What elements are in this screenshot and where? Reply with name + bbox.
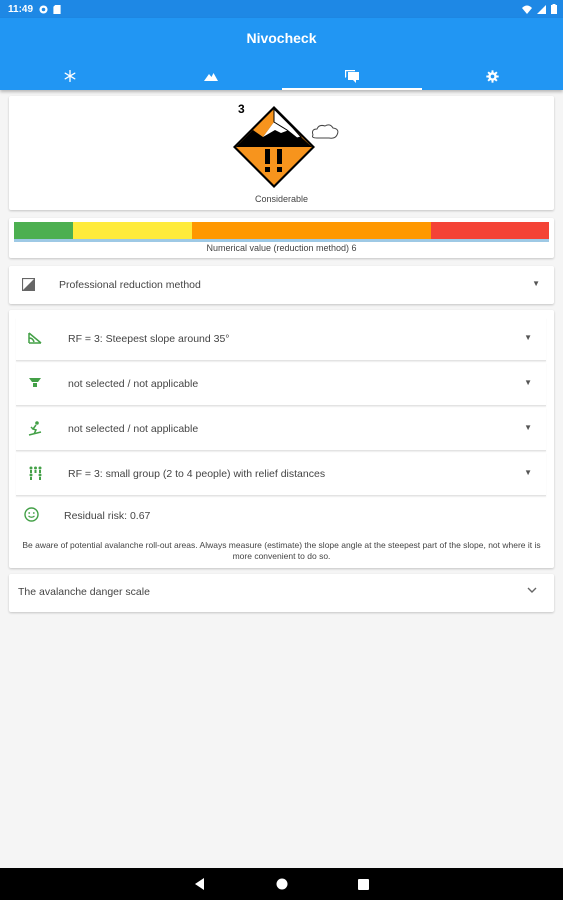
- factor-group-select[interactable]: RF = 3: small group (2 to 4 people) with…: [16, 453, 546, 496]
- chevron-down-icon: [527, 587, 537, 593]
- scale-segment-considerable: [192, 222, 431, 239]
- status-time: 11:49: [8, 3, 34, 15]
- mountain-icon: [204, 73, 219, 81]
- system-navigation-bar: [0, 868, 563, 900]
- danger-scale-bar-card: Numerical value (reduction method) 6: [9, 218, 554, 258]
- scale-segment-low: [14, 222, 73, 239]
- method-icon: [22, 278, 35, 291]
- app-bar: Nivocheck: [0, 18, 563, 90]
- residual-risk: Residual risk: 0.67: [24, 507, 150, 527]
- avalanche-note: Be aware of potential avalanche roll-out…: [22, 540, 541, 561]
- gear-icon: [486, 69, 499, 83]
- danger-scale-bar: [14, 222, 549, 239]
- dropdown-arrow-icon: ▼: [524, 333, 532, 342]
- factor-label: not selected / not applicable: [68, 378, 199, 390]
- snowflake-icon: [64, 70, 76, 82]
- status-bar: 11:49: [0, 0, 563, 18]
- danger-level-card: 3 Considerable: [9, 96, 554, 210]
- method-label: Professional reduction method: [59, 279, 201, 291]
- skier-icon: [28, 421, 42, 436]
- notification-icon: [39, 4, 48, 14]
- factor-label: not selected / not applicable: [68, 423, 199, 435]
- tab-terrain[interactable]: [141, 62, 282, 90]
- slope-icon: [28, 332, 42, 344]
- factor-slope-select[interactable]: RF = 3: Steepest slope around 35° ▼: [16, 318, 546, 361]
- scale-segment-high: [431, 222, 549, 239]
- signal-icon: [537, 4, 546, 14]
- chat-icon: [344, 69, 359, 83]
- tab-reduction[interactable]: [281, 62, 423, 90]
- factor-skier-select[interactable]: not selected / not applicable ▼: [16, 408, 546, 451]
- dropdown-arrow-icon: ▼: [524, 378, 532, 387]
- dropdown-arrow-icon: ▼: [524, 468, 532, 477]
- home-icon[interactable]: [276, 878, 288, 890]
- avalanche-danger-scale-expander[interactable]: The avalanche danger scale: [9, 574, 554, 612]
- battery-icon: [551, 4, 557, 14]
- app-title: Nivocheck: [246, 30, 317, 46]
- reduction-factors-card: RF = 3: Steepest slope around 35° ▼ not …: [9, 310, 554, 568]
- reduction-method-select[interactable]: Professional reduction method ▼: [9, 266, 554, 304]
- dropdown-arrow-icon: ▼: [532, 279, 540, 288]
- tab-settings[interactable]: [422, 62, 563, 90]
- factor-aspect-select[interactable]: not selected / not applicable ▼: [16, 363, 546, 406]
- scale-indicator-line: [14, 239, 549, 242]
- sd-card-icon: [53, 4, 61, 14]
- factor-label: RF = 3: small group (2 to 4 people) with…: [68, 468, 326, 480]
- danger-level-3-icon: [233, 106, 339, 188]
- aspect-icon: [29, 378, 41, 387]
- smiley-icon: [24, 507, 39, 522]
- danger-level-label: Considerable: [254, 194, 309, 204]
- dropdown-arrow-icon: ▼: [524, 423, 532, 432]
- recents-icon[interactable]: [358, 878, 369, 890]
- residual-risk-label: Residual risk: 0.67: [64, 510, 151, 522]
- danger-scale-label: The avalanche danger scale: [18, 586, 150, 598]
- wifi-icon: [522, 5, 532, 14]
- group-icon: [29, 466, 42, 480]
- numerical-value-text: Numerical value (reduction method) 6: [206, 243, 357, 253]
- back-icon[interactable]: [194, 878, 206, 890]
- tab-snow[interactable]: [0, 62, 141, 90]
- tab-bar: [0, 62, 563, 90]
- scale-segment-moderate: [73, 222, 192, 239]
- factor-label: RF = 3: Steepest slope around 35°: [68, 333, 230, 345]
